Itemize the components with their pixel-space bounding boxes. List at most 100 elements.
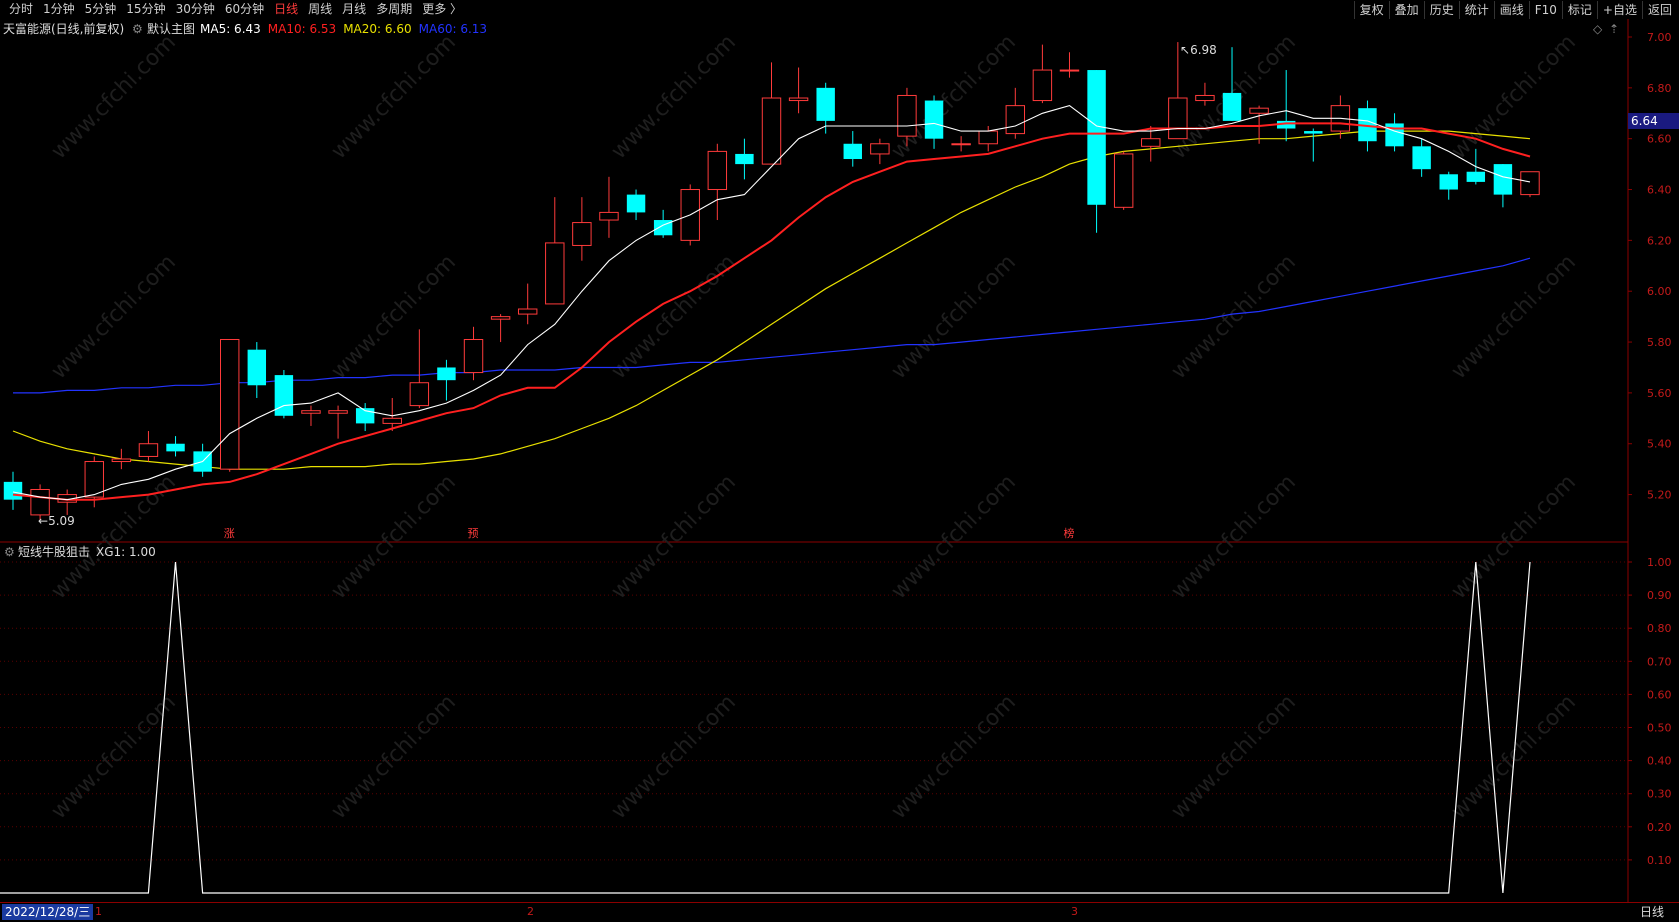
candle-body xyxy=(220,339,240,470)
settings-gear-icon[interactable]: ⚙ xyxy=(132,21,143,37)
candle-body xyxy=(816,87,835,121)
candle-body xyxy=(1520,171,1540,196)
y-tick-label: 0.20 xyxy=(1647,821,1672,834)
candle-body xyxy=(599,211,619,221)
watermark: www.cfchi.com xyxy=(1447,30,1581,164)
arrow-icon: ↖ xyxy=(1180,43,1191,57)
ma10-line xyxy=(12,122,1531,501)
candle-body xyxy=(572,222,592,246)
candle-body xyxy=(111,458,132,463)
candle-body xyxy=(1304,131,1323,134)
high-value: 6.98 xyxy=(1190,43,1217,57)
candle-body xyxy=(490,316,511,320)
candle-body xyxy=(1032,69,1053,102)
candle-body xyxy=(247,349,267,386)
settings-gear-icon[interactable]: ⚙ xyxy=(4,544,15,560)
event-mark: 涨 xyxy=(224,527,235,540)
y-tick-label: 0.30 xyxy=(1647,788,1672,801)
watermark: www.cfchi.com xyxy=(1167,470,1301,604)
y-tick-label: 0.90 xyxy=(1647,589,1672,602)
candle-body xyxy=(870,143,890,155)
stock-title: 天富能源(日线,前复权) xyxy=(3,22,125,36)
current-date: 2022/12/28/三 xyxy=(2,904,94,920)
event-mark: 榜 xyxy=(1063,526,1074,540)
diamond-icon[interactable]: ◇ xyxy=(1593,21,1602,37)
month-mark: 3 xyxy=(1071,905,1078,918)
month-mark: 2 xyxy=(527,905,534,918)
y-tick-label: 0.40 xyxy=(1647,755,1672,768)
candle-body xyxy=(707,150,728,191)
y-tick-label: 1.00 xyxy=(1647,556,1672,569)
y-tick-label: 0.60 xyxy=(1647,688,1672,701)
candle-body xyxy=(409,382,430,407)
candle-body xyxy=(545,242,565,305)
y-tick-label: 0.70 xyxy=(1647,655,1672,668)
watermark: www.cfchi.com xyxy=(47,690,181,824)
watermark: www.cfchi.com xyxy=(47,30,181,164)
watermark: www.cfchi.com xyxy=(887,470,1021,604)
y-tick-label: 5.80 xyxy=(1647,336,1672,349)
watermark: www.cfchi.com xyxy=(607,30,741,164)
candle-body xyxy=(1466,171,1486,182)
watermark: www.cfchi.com xyxy=(887,690,1021,824)
candle-body xyxy=(978,130,998,145)
indicator-title[interactable]: 短线牛股狙击 xyxy=(18,544,90,560)
candle-body xyxy=(328,410,348,414)
candle-body xyxy=(1249,107,1269,114)
watermark: www.cfchi.com xyxy=(607,690,741,824)
period-indicator[interactable]: 日线 xyxy=(1640,904,1664,920)
ma20-line xyxy=(12,130,1531,470)
candle-body xyxy=(1005,105,1026,135)
candle-body xyxy=(897,94,917,137)
candle-body xyxy=(761,97,782,165)
ma60-line xyxy=(13,257,1531,394)
candle-body xyxy=(1222,92,1242,121)
candle-body xyxy=(951,143,971,146)
watermark: www.cfchi.com xyxy=(607,470,741,604)
candle-body xyxy=(788,97,809,102)
candle-body xyxy=(924,100,944,139)
low-value: 5.09 xyxy=(48,514,75,528)
candle-body xyxy=(463,339,484,374)
ma-legend: MA5: 6.43 MA10: 6.53 MA20: 6.60 MA60: 6.13 xyxy=(200,21,494,37)
candle-body xyxy=(166,443,185,452)
collapse-icon[interactable]: ⇡ xyxy=(1609,21,1619,37)
y-tick-label: 0.50 xyxy=(1647,722,1672,735)
watermark: www.cfchi.com xyxy=(327,690,461,824)
candle-body xyxy=(1493,164,1513,195)
candle-body xyxy=(382,417,402,424)
candle-body xyxy=(1141,138,1161,147)
candle-body xyxy=(1113,153,1134,208)
y-tick-label: 7.00 xyxy=(1647,31,1672,44)
candle-body xyxy=(517,308,538,315)
candle-body xyxy=(1385,123,1404,147)
y-tick-label: 5.60 xyxy=(1647,387,1672,400)
candle-body xyxy=(1087,70,1106,205)
status-bar: 2022/12/28/三 1 2 3 日线 xyxy=(0,902,1679,922)
ma5-line xyxy=(12,104,1531,501)
last-price-tag: 6.64 xyxy=(1628,113,1679,129)
watermark: www.cfchi.com xyxy=(887,250,1021,384)
watermark: www.cfchi.com xyxy=(327,30,461,164)
y-tick-label: 6.00 xyxy=(1647,285,1672,298)
candle-body xyxy=(1412,146,1431,170)
candle-body xyxy=(843,143,862,160)
candle-body xyxy=(1059,69,1080,72)
arrow-icon: ← xyxy=(38,514,49,528)
low-price-marker: ←5.09 xyxy=(38,513,75,529)
candle-body xyxy=(1439,174,1458,190)
ma-legend-item: MA10: 6.53 xyxy=(267,22,337,36)
candle-body xyxy=(626,194,646,213)
watermark: www.cfchi.com xyxy=(327,250,461,384)
chart-canvas: 1.00 0.90 0.80 0.70 0.60 0.50 0.40 0.30 0.20 0.10… xyxy=(0,19,1672,902)
candle-body xyxy=(30,488,50,516)
watermark: www.cfchi.com xyxy=(1167,250,1301,384)
watermark: www.cfchi.com xyxy=(1167,690,1301,824)
candle-body xyxy=(3,481,23,500)
y-tick-label: 0.10 xyxy=(1647,854,1672,867)
main-chart-label[interactable]: 默认主图 xyxy=(147,21,195,37)
y-tick-label: 5.20 xyxy=(1647,489,1672,502)
candle-body xyxy=(274,375,294,416)
candle-body xyxy=(138,443,159,457)
y-tick-label: 0.80 xyxy=(1647,622,1672,635)
